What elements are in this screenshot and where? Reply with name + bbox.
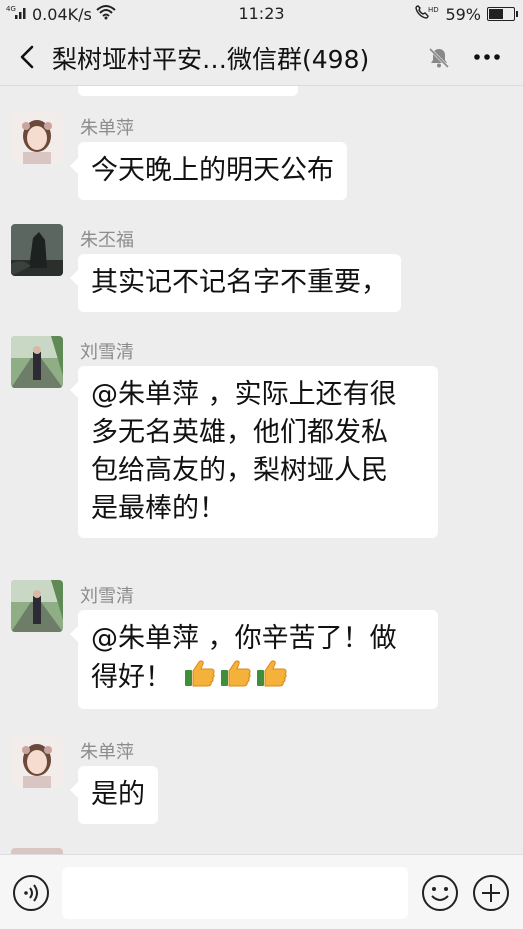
avatar-road-icon xyxy=(11,336,63,388)
message-line: 得好！ xyxy=(91,658,425,699)
voice-icon xyxy=(13,875,49,911)
more-button[interactable] xyxy=(470,45,504,69)
message-line: 包给高友的，梨树垭人民 xyxy=(91,455,388,486)
message-bubble[interactable]: @朱单萍 ，你辛苦了！做 得好！ xyxy=(70,610,438,709)
sender-name: 朱单萍 xyxy=(80,118,134,139)
avatar-girl-icon xyxy=(11,736,63,788)
battery-icon xyxy=(487,7,518,21)
hd-label: HD xyxy=(428,6,439,14)
battery-fill xyxy=(489,9,503,19)
sender-name: 朱丕福 xyxy=(80,230,134,251)
chat-header: 梨树垭村平安…微信群(498) xyxy=(0,28,523,86)
avatar-rock-icon xyxy=(11,224,63,276)
sender-name: 朱单萍 xyxy=(80,742,134,763)
message-input[interactable] xyxy=(62,867,408,919)
input-bar xyxy=(0,854,523,929)
thumbs-up-icon xyxy=(220,660,251,687)
emoji-icon xyxy=(422,875,458,911)
chat-title: 梨树垭村平安…微信群(498) xyxy=(52,45,370,74)
message-line-text: 得好！ xyxy=(91,662,172,693)
bell-muted-icon xyxy=(426,45,452,71)
phone-hd-icon: HD xyxy=(415,4,439,24)
sender-name: 刘雪清 xyxy=(80,586,134,607)
message-bubble[interactable]: 是的 xyxy=(70,766,158,824)
avatar-road-icon xyxy=(11,580,63,632)
message-bubble[interactable]: 今天晚上的明天公布 xyxy=(70,142,347,200)
message-line: 多无名英雄，他们都发私 xyxy=(91,417,388,448)
thumbs-up-icon xyxy=(256,660,287,687)
message-line: 是最棒的！ xyxy=(91,493,226,524)
thumbs-up-icon xyxy=(184,660,215,687)
sender-name: 刘雪清 xyxy=(80,342,134,363)
avatar[interactable] xyxy=(11,736,63,788)
chevron-left-icon xyxy=(20,45,34,69)
message-bubble[interactable]: 其实记不记名字不重要， xyxy=(70,254,401,312)
voice-button[interactable] xyxy=(12,874,50,912)
avatar[interactable] xyxy=(11,224,63,276)
message-bubble[interactable]: @朱单萍 ，实际上还有很 多无名英雄，他们都发私 包给高友的，梨树垭人民 是最棒… xyxy=(70,366,438,538)
avatar[interactable] xyxy=(11,112,63,164)
message-line: @朱单萍 ，实际上还有很 xyxy=(91,379,397,410)
message-line: 是的 xyxy=(91,779,145,810)
status-right: HD 59% xyxy=(415,4,518,24)
plus-icon xyxy=(473,875,509,911)
more-dots-icon xyxy=(474,54,500,60)
previous-bubble xyxy=(78,86,298,96)
battery-percent: 59% xyxy=(445,4,481,24)
avatar[interactable] xyxy=(11,336,63,388)
message-line: 今天晚上的明天公布 xyxy=(91,155,334,186)
status-bar: 4G 0.04K/s 11:23 HD 59% xyxy=(0,0,523,28)
avatar[interactable] xyxy=(11,580,63,632)
message-line: 其实记不记名字不重要， xyxy=(91,267,388,298)
message-line: @朱单萍 ，你辛苦了！做 xyxy=(91,623,397,654)
plus-button[interactable] xyxy=(472,874,510,912)
back-button[interactable] xyxy=(14,42,42,72)
thumbs-up-row xyxy=(183,658,291,699)
emoji-button[interactable] xyxy=(421,874,459,912)
avatar-girl-icon xyxy=(11,112,63,164)
chat-area[interactable]: 朱单萍 今天晚上的明天公布 朱丕福 其实记不记名字不重要， 刘雪清 @朱单萍 ，… xyxy=(0,86,523,854)
